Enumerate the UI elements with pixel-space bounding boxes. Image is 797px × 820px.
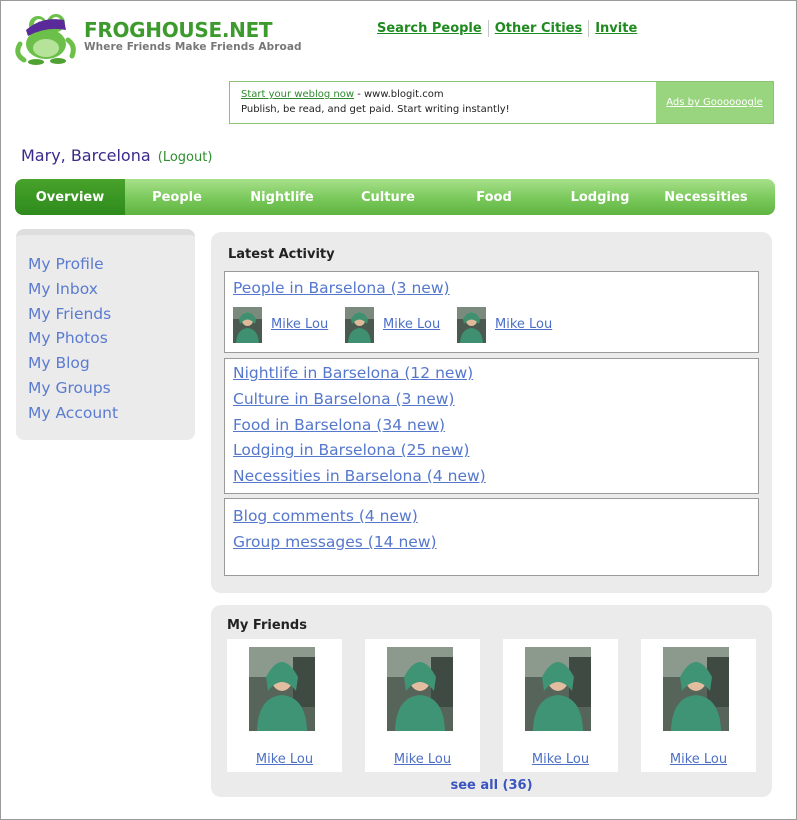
avatar[interactable] — [345, 306, 374, 343]
friend-card: Mike Lou — [227, 639, 342, 772]
personal-activity-box: Blog comments (4 new) Group messages (14… — [224, 498, 759, 576]
friend-card: Mike Lou — [503, 639, 618, 772]
ad-side: Ads by Goooooogle — [656, 82, 773, 123]
city-activity-box: Nightlife in Barselona (12 new) Culture … — [224, 358, 759, 494]
friend-link[interactable]: Mike Lou — [641, 752, 756, 767]
sidebar-item-my-inbox[interactable]: My Inbox — [28, 277, 195, 302]
latest-activity-title: Latest Activity — [228, 247, 335, 262]
my-friends-panel: My Friends Mike Lou Mike Lou Mike Lou Mi… — [211, 605, 772, 797]
person-link[interactable]: Mike Lou — [271, 317, 328, 332]
friend-photo[interactable] — [387, 647, 453, 731]
tab-people[interactable]: People — [125, 179, 229, 215]
friend-photo[interactable] — [663, 647, 729, 731]
tab-necessities[interactable]: Necessities — [653, 179, 759, 215]
user-greeting: Mary, Barcelona — [21, 146, 151, 165]
my-friends-title: My Friends — [227, 618, 307, 633]
necessities-in-city-link[interactable]: Necessities in Barselona (4 new) — [233, 464, 758, 490]
logo[interactable]: FROGHOUSE.NET Where Friends Make Friends… — [10, 10, 302, 68]
person-item: Mike Lou — [457, 306, 569, 343]
sidebar-item-my-photos[interactable]: My Photos — [28, 326, 195, 351]
friend-card: Mike Lou — [641, 639, 756, 772]
latest-activity-panel: Latest Activity People in Barselona (3 n… — [211, 232, 772, 593]
friend-link[interactable]: Mike Lou — [503, 752, 618, 767]
sidebar-item-my-blog[interactable]: My Blog — [28, 351, 195, 376]
sidebar-item-my-groups[interactable]: My Groups — [28, 376, 195, 401]
nightlife-in-city-link[interactable]: Nightlife in Barselona (12 new) — [233, 361, 758, 387]
friend-photo[interactable] — [525, 647, 591, 731]
blog-comments-link[interactable]: Blog comments (4 new) — [233, 504, 758, 530]
top-links: Search People Other Cities Invite — [376, 20, 643, 37]
user-line: Mary, Barcelona (Logout) — [21, 146, 212, 165]
avatar[interactable] — [457, 306, 486, 343]
group-messages-link[interactable]: Group messages (14 new) — [233, 530, 758, 556]
sidebar-item-my-account[interactable]: My Account — [28, 401, 195, 426]
logout-link[interactable]: (Logout) — [158, 150, 213, 165]
avatar[interactable] — [233, 306, 262, 343]
person-item: Mike Lou — [345, 306, 457, 343]
tab-food[interactable]: Food — [441, 179, 547, 215]
friend-link[interactable]: Mike Lou — [227, 752, 342, 767]
tab-overview[interactable]: Overview — [15, 179, 125, 215]
tab-nightlife[interactable]: Nightlife — [229, 179, 335, 215]
ad-body: Publish, be read, and get paid. Start wr… — [241, 104, 510, 115]
ad-url: - www.blogit.com — [357, 89, 444, 100]
sidebar-item-my-profile[interactable]: My Profile — [28, 252, 195, 277]
sidebar: My Profile My Inbox My Friends My Photos… — [16, 229, 195, 440]
ad-text: Start your weblog now - www.blogit.com P… — [230, 82, 656, 123]
culture-in-city-link[interactable]: Culture in Barselona (3 new) — [233, 387, 758, 413]
search-people-link[interactable]: Search People — [376, 21, 488, 36]
invite-link[interactable]: Invite — [589, 21, 643, 36]
sidebar-item-my-friends[interactable]: My Friends — [28, 302, 195, 327]
friend-photo[interactable] — [249, 647, 315, 731]
main-nav: Overview People Nightlife Culture Food L… — [15, 179, 775, 215]
food-in-city-link[interactable]: Food in Barselona (34 new) — [233, 413, 758, 439]
tab-culture[interactable]: Culture — [335, 179, 441, 215]
friend-card: Mike Lou — [365, 639, 480, 772]
lodging-in-city-link[interactable]: Lodging in Barselona (25 new) — [233, 438, 758, 464]
brand-name: FROGHOUSE.NET — [84, 18, 273, 42]
ad-title-link[interactable]: Start your weblog now — [241, 89, 354, 100]
friends-grid: Mike Lou Mike Lou Mike Lou Mike Lou — [227, 639, 756, 772]
people-in-city-link[interactable]: People in Barselona (3 new) — [233, 276, 758, 302]
ads-by-google-link[interactable]: Ads by Goooooogle — [666, 97, 763, 108]
tab-lodging[interactable]: Lodging — [547, 179, 653, 215]
people-row: Mike Lou Mike Lou Mike Lou — [233, 306, 758, 343]
frog-logo-icon — [15, 14, 76, 65]
person-item: Mike Lou — [233, 306, 345, 343]
brand-tagline: Where Friends Make Friends Abroad — [84, 41, 302, 53]
other-cities-link[interactable]: Other Cities — [489, 21, 589, 36]
ad-banner: Start your weblog now - www.blogit.com P… — [229, 81, 774, 124]
see-all-friends-link[interactable]: see all (36) — [211, 778, 772, 793]
person-link[interactable]: Mike Lou — [383, 317, 440, 332]
person-link[interactable]: Mike Lou — [495, 317, 552, 332]
people-box: People in Barselona (3 new) Mike Lou Mik… — [224, 271, 759, 353]
friend-link[interactable]: Mike Lou — [365, 752, 480, 767]
